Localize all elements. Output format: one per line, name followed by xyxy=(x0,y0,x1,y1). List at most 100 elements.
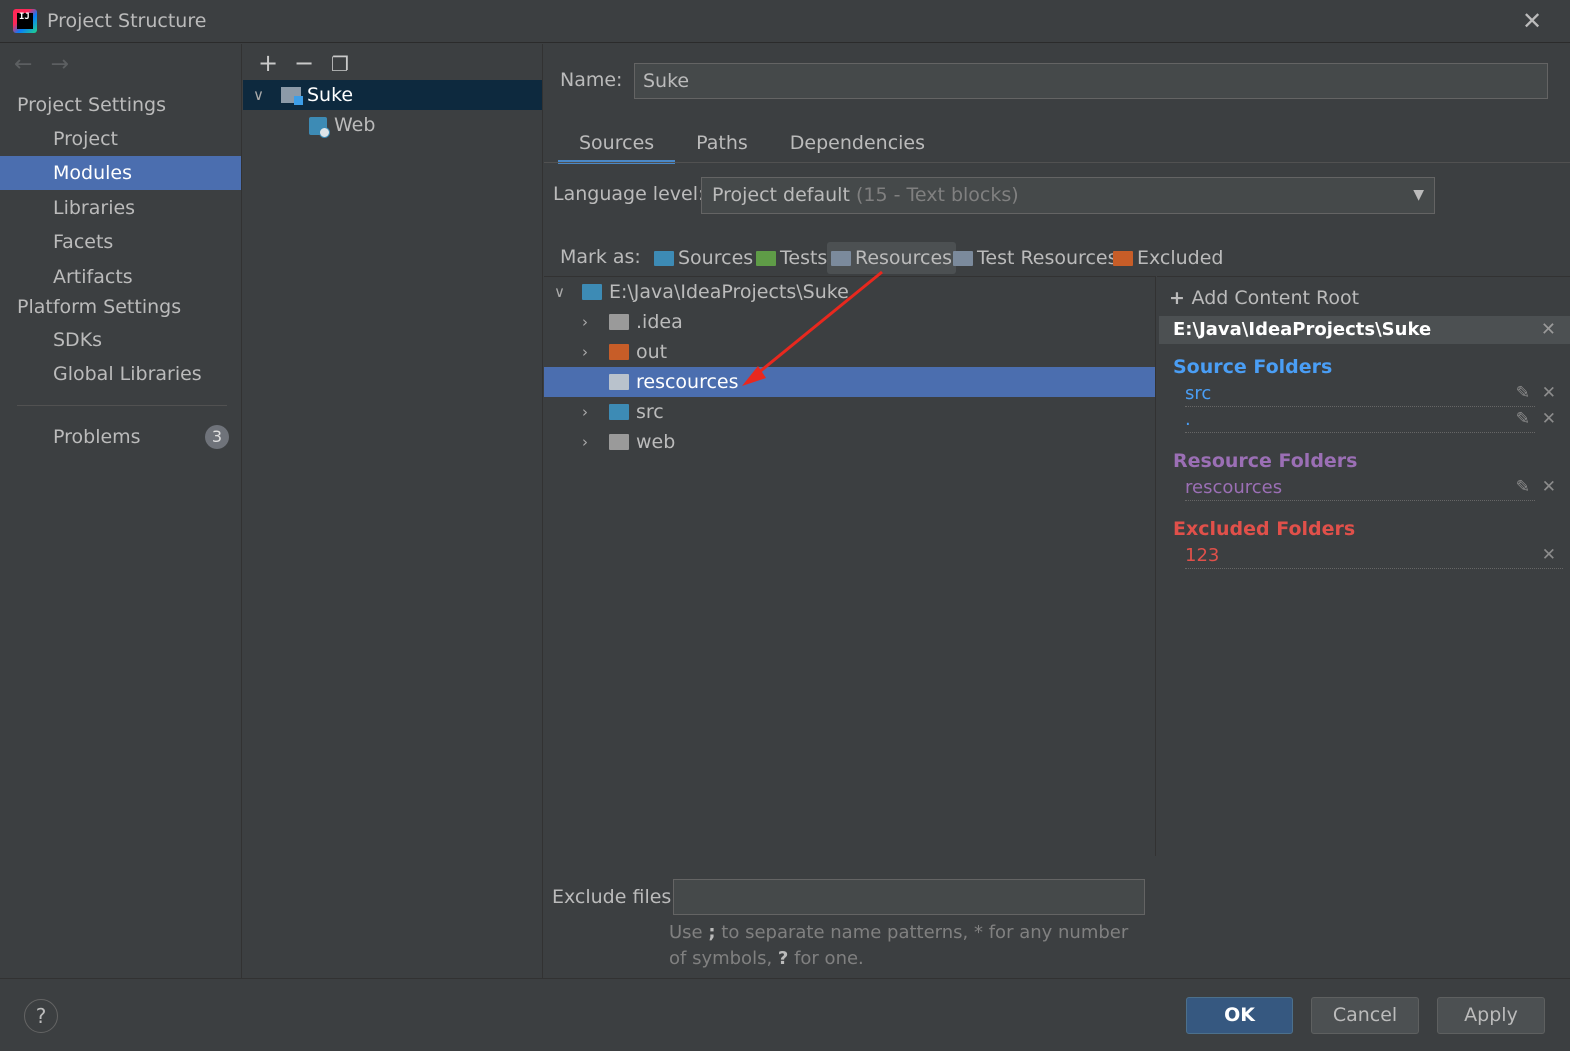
dialog-footer: ? OK Cancel Apply xyxy=(0,978,1570,1051)
module-toolbar: + − ❐ xyxy=(253,49,361,79)
chevron-right-icon[interactable]: › xyxy=(582,307,588,337)
module-row-web[interactable]: Web xyxy=(243,110,542,140)
tree-row-src[interactable]: › src xyxy=(544,397,1155,427)
tab-paths[interactable]: Paths xyxy=(675,128,769,164)
edit-icon[interactable]: ✎ xyxy=(1516,409,1530,429)
sources-folder-icon xyxy=(609,404,629,420)
source-folder-item: src xyxy=(1185,383,1535,407)
tree-row-web[interactable]: › web xyxy=(544,427,1155,457)
module-folder-icon xyxy=(281,87,303,105)
module-detail-pane: Name: Suke Sources Paths Dependencies Lang… xyxy=(544,44,1570,978)
tab-dependencies[interactable]: Dependencies xyxy=(769,128,946,164)
window-title: Project Structure xyxy=(47,10,207,32)
facet-label: Web xyxy=(334,114,376,136)
excluded-folder-icon xyxy=(609,344,629,360)
tree-row-idea[interactable]: › .idea xyxy=(544,307,1155,337)
mark-as-label: Mark as: xyxy=(560,246,641,268)
remove-icon[interactable]: − xyxy=(289,49,319,77)
exclude-files-input[interactable] xyxy=(673,879,1145,915)
back-arrow-icon[interactable]: ← xyxy=(14,52,32,77)
nav-item-global-libraries[interactable]: Global Libraries xyxy=(0,357,241,391)
edit-icon[interactable]: ✎ xyxy=(1516,477,1530,497)
content-roots-panel: + Add Content Root E:\Java\IdeaProjects\… xyxy=(1157,276,1570,978)
chevron-right-icon[interactable]: › xyxy=(582,427,588,457)
folder-icon xyxy=(609,314,629,330)
settings-nav: ← → Project Settings Project Modules Libr… xyxy=(0,44,242,978)
exclude-files-hint: Use ; to separate name patterns, * for a… xyxy=(669,922,1129,969)
project-settings-heading: Project Settings xyxy=(17,94,166,116)
resource-folder-item: rescources xyxy=(1185,477,1535,501)
title-bar: IJ Project Structure ✕ xyxy=(0,0,1570,43)
copy-icon[interactable]: ❐ xyxy=(325,50,355,78)
folder-icon xyxy=(609,434,629,450)
mark-tests-button[interactable]: Tests xyxy=(752,242,827,274)
excluded-folders-title: Excluded Folders xyxy=(1173,518,1356,540)
nav-item-modules[interactable]: Modules xyxy=(0,156,241,190)
tree-row-out[interactable]: › out xyxy=(544,337,1155,367)
apply-button[interactable]: Apply xyxy=(1437,997,1545,1034)
content-root-header[interactable]: E:\Java\IdeaProjects\Suke ✕ xyxy=(1159,316,1570,344)
content-root-tree: ∨ E:\Java\IdeaProjects\Suke › .idea › ou… xyxy=(544,276,1156,856)
tree-row-rescources[interactable]: rescources xyxy=(544,367,1155,397)
nav-item-artifacts[interactable]: Artifacts xyxy=(0,260,241,294)
problems-label: Problems xyxy=(53,426,141,448)
edit-icon[interactable]: ✎ xyxy=(1516,383,1530,403)
remove-icon[interactable]: ✕ xyxy=(1542,545,1556,565)
chevron-down-icon[interactable]: ∨ xyxy=(554,277,565,307)
forward-arrow-icon[interactable]: → xyxy=(50,52,68,77)
root-folder-icon xyxy=(582,284,602,300)
module-label: Suke xyxy=(307,84,354,106)
language-level-value: Project default xyxy=(712,184,850,206)
resources-folder-icon xyxy=(831,251,851,266)
web-facet-icon xyxy=(309,117,330,138)
module-name-input[interactable]: Suke xyxy=(634,63,1548,99)
nav-item-problems[interactable]: Problems 3 xyxy=(0,420,241,454)
nav-item-libraries[interactable]: Libraries xyxy=(0,191,241,225)
source-folders-title: Source Folders xyxy=(1173,356,1333,378)
resource-folders-title: Resource Folders xyxy=(1173,450,1358,472)
add-icon[interactable]: + xyxy=(253,49,283,77)
language-level-hint: (15 - Text blocks) xyxy=(855,184,1019,206)
remove-root-icon[interactable]: ✕ xyxy=(1541,316,1556,344)
mark-sources-button[interactable]: Sources xyxy=(650,242,753,274)
close-icon[interactable]: ✕ xyxy=(1520,9,1544,33)
mark-excluded-button[interactable]: Excluded xyxy=(1109,242,1224,274)
excluded-folder-item: 123 xyxy=(1185,545,1563,569)
module-row-suke[interactable]: ∨ Suke xyxy=(243,80,542,110)
chevron-right-icon[interactable]: › xyxy=(582,337,588,367)
language-level-label: Language level: xyxy=(553,183,705,205)
remove-icon[interactable]: ✕ xyxy=(1542,477,1556,497)
exclude-files-label: Exclude files: xyxy=(552,886,678,908)
problems-count-badge: 3 xyxy=(205,425,229,449)
tab-divider xyxy=(544,162,1570,163)
dropdown-arrow-icon: ▼ xyxy=(1413,187,1424,203)
resources-folder-icon xyxy=(609,374,629,390)
mark-test-resources-button[interactable]: Test Resources xyxy=(949,242,1118,274)
sources-folder-icon xyxy=(654,251,674,266)
content-root-path: E:\Java\IdeaProjects\Suke xyxy=(1173,319,1432,340)
ok-button[interactable]: OK xyxy=(1186,997,1293,1034)
remove-icon[interactable]: ✕ xyxy=(1542,383,1556,403)
nav-item-project[interactable]: Project xyxy=(0,122,241,156)
help-icon[interactable]: ? xyxy=(24,999,58,1033)
intellij-logo-icon: IJ xyxy=(13,9,37,33)
mark-resources-button[interactable]: Resources xyxy=(827,242,957,274)
nav-item-facets[interactable]: Facets xyxy=(0,225,241,259)
plus-icon: + xyxy=(1169,287,1192,309)
root-path-label: E:\Java\IdeaProjects\Suke xyxy=(609,281,849,303)
cancel-button[interactable]: Cancel xyxy=(1311,997,1419,1034)
tab-sources[interactable]: Sources xyxy=(558,128,676,164)
platform-settings-heading: Platform Settings xyxy=(17,296,182,318)
tree-row-root[interactable]: ∨ E:\Java\IdeaProjects\Suke xyxy=(544,277,1155,307)
tree-item-label: src xyxy=(636,401,664,423)
tree-item-label: rescources xyxy=(636,371,739,393)
chevron-right-icon[interactable]: › xyxy=(582,397,588,427)
tree-item-label: .idea xyxy=(636,311,683,333)
nav-item-sdks[interactable]: SDKs xyxy=(0,323,241,357)
chevron-down-icon[interactable]: ∨ xyxy=(253,80,264,110)
remove-icon[interactable]: ✕ xyxy=(1542,409,1556,429)
language-level-select[interactable]: Project default (15 - Text blocks) ▼ xyxy=(701,177,1435,214)
add-content-root-button[interactable]: + Add Content Root xyxy=(1169,287,1359,309)
module-tabs: Sources Paths Dependencies xyxy=(558,128,946,164)
module-tree: ∨ Suke Web xyxy=(243,80,542,140)
